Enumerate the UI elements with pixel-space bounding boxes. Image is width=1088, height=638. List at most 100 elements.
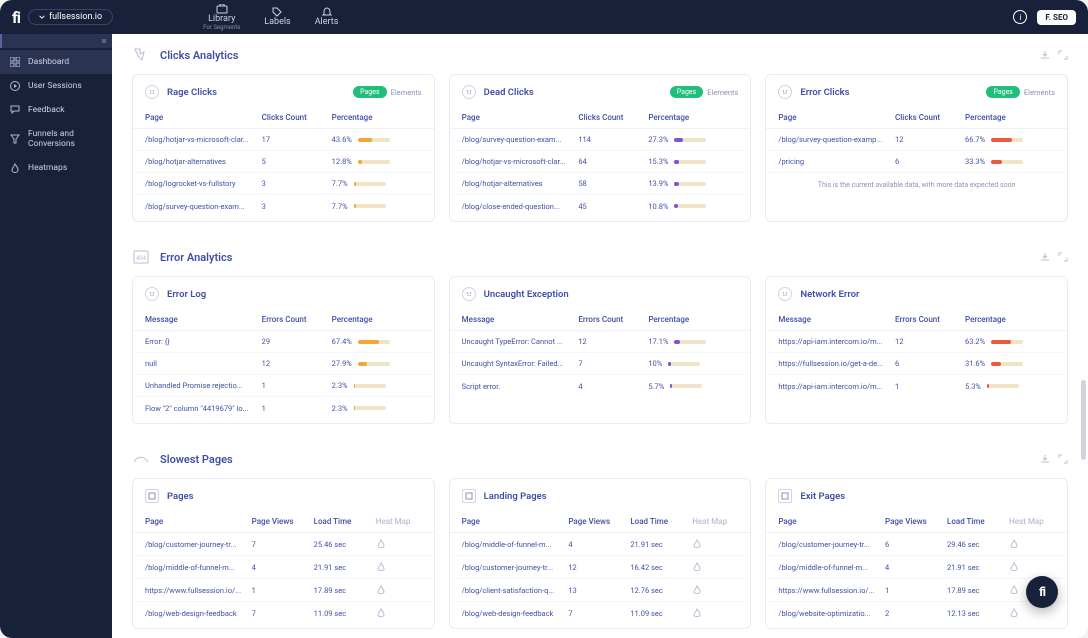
badge-elements[interactable]: Elements (1024, 88, 1055, 97)
nav-library-sub: For Segments (203, 24, 240, 31)
badge-elements[interactable]: Elements (391, 88, 422, 97)
help-button[interactable]: fi (1026, 576, 1058, 608)
sidebar-item-sessions[interactable]: User Sessions (0, 74, 112, 98)
cell-heatmap[interactable] (1009, 539, 1055, 549)
cell-heatmap[interactable] (1009, 608, 1055, 618)
table-row[interactable]: /blog/client-satisfaction-q... 13 12.76 … (450, 579, 751, 602)
cell-heatmap[interactable] (376, 562, 422, 572)
table-row[interactable]: Script error. 4 5.7% (450, 375, 751, 397)
table-row[interactable]: /blog/customer-journey-tr... 7 25.46 sec (133, 533, 434, 556)
download-icon[interactable] (1040, 50, 1050, 60)
heatmap-icon[interactable] (1009, 562, 1019, 572)
table-row[interactable]: /blog/web-design-feedback 7 11.09 sec (450, 602, 751, 624)
cell-views: 7 (252, 540, 314, 549)
table-row[interactable]: /blog/middle-of-funnel-m... 4 21.91 sec (766, 556, 1067, 579)
cursor-icon (132, 46, 150, 64)
body: Dashboard User Sessions Feedback Funnels… (0, 34, 1088, 638)
cell-heatmap[interactable] (376, 539, 422, 549)
table-row[interactable]: /blog/hotjar-alternatives 5 12.8% (133, 151, 434, 173)
table-row[interactable]: https://api-iam.intercom.io/m... 12 63.2… (766, 331, 1067, 353)
heatmap-icon[interactable] (692, 608, 702, 618)
nav-labels[interactable]: Labels (264, 7, 290, 27)
cell-heatmap[interactable] (692, 608, 738, 618)
sidebar-collapse-handle[interactable] (0, 34, 112, 48)
heatmap-icon[interactable] (376, 539, 386, 549)
table-row[interactable]: /blog/logrocket-vs-fullstory 3 7.7% (133, 173, 434, 195)
col-header: Errors Count (578, 315, 648, 324)
card-title: Rage Clicks (167, 87, 217, 98)
table-row[interactable]: /blog/survey-question-exam... 114 27.3% (450, 129, 751, 151)
nav-alerts[interactable]: Alerts (315, 7, 339, 27)
table-row[interactable]: /blog/web-design-feedback 7 11.09 sec (133, 602, 434, 624)
expand-icon[interactable] (1058, 252, 1068, 262)
table-row[interactable]: https://fullsession.io/get-a-de... 6 31.… (766, 353, 1067, 375)
card: Pages Page Page Views Load Time Heat Map… (132, 478, 435, 629)
info-icon[interactable]: i (1013, 10, 1027, 24)
heatmap-icon[interactable] (376, 562, 386, 572)
sidebar-item-dashboard[interactable]: Dashboard (0, 50, 112, 74)
cell-count: 1 (895, 382, 965, 391)
download-icon[interactable] (1040, 252, 1050, 262)
table-row[interactable]: https://www.fullsession.io/... 1 17.89 s… (133, 579, 434, 602)
heatmap-icon[interactable] (1009, 539, 1019, 549)
table-row[interactable]: /blog/customer-journey-tr... 12 16.42 se… (450, 556, 751, 579)
table-row[interactable]: /blog/close-ended-question... 45 10.8% (450, 195, 751, 217)
badge-pages[interactable]: Pages (670, 86, 703, 98)
table-row[interactable]: /blog/hotjar-vs-microsoft-clar... 64 15.… (450, 151, 751, 173)
card-header: Dead Clicks Pages Elements (450, 85, 751, 107)
heatmap-icon[interactable] (376, 608, 386, 618)
heatmap-icon[interactable] (692, 539, 702, 549)
main-content[interactable]: Clicks Analytics Rage Clicks Pages Eleme… (112, 34, 1088, 638)
download-icon[interactable] (1040, 454, 1050, 464)
heatmap-icon[interactable] (1009, 585, 1019, 595)
heatmap-icon[interactable] (376, 585, 386, 595)
table-row[interactable]: /pricing 6 33.3% (766, 151, 1067, 173)
nav-library[interactable]: Library For Segments (203, 4, 240, 31)
table-row[interactable]: /blog/survey-question-examp... 12 66.7% (766, 129, 1067, 151)
heatmap-icon[interactable] (692, 585, 702, 595)
cell-heatmap[interactable] (692, 539, 738, 549)
table-row[interactable]: null 12 27.9% (133, 353, 434, 375)
cell-heatmap[interactable] (376, 585, 422, 595)
table-header: Page Clicks Count Percentage (450, 107, 751, 129)
cell-heatmap[interactable] (692, 562, 738, 572)
cell-heatmap[interactable] (1009, 562, 1055, 572)
table-row[interactable]: https://www.fullsession.io/... 1 17.89 s… (766, 579, 1067, 602)
expand-icon[interactable] (1058, 50, 1068, 60)
site-selector[interactable]: fullsession.io (28, 9, 113, 25)
table-row[interactable]: /blog/hotjar-vs-microsoft-clar... 17 43.… (133, 129, 434, 151)
cell-page: https://fullsession.io/get-a-de... (778, 359, 895, 368)
cell-heatmap[interactable] (376, 608, 422, 618)
table-row[interactable]: /blog/hotjar-alternatives 58 13.9% (450, 173, 751, 195)
cell-time: 21.91 sec (947, 563, 1009, 572)
table-row[interactable]: https://api-iam.intercom.io/m... 1 5.3% (766, 375, 1067, 397)
table-row[interactable]: /blog/website-optimizatio... 2 12.13 sec (766, 602, 1067, 624)
heatmap-icon[interactable] (692, 562, 702, 572)
card-badges: Pages Elements (986, 86, 1055, 98)
table-row[interactable]: Uncaught TypeError: Cannot ... 12 17.1% (450, 331, 751, 353)
cell-views: 4 (252, 563, 314, 572)
badge-elements[interactable]: Elements (707, 88, 738, 97)
sidebar-item-funnels[interactable]: Funnels and Conversions (0, 122, 112, 156)
cell-heatmap[interactable] (692, 585, 738, 595)
badge-pages[interactable]: Pages (353, 86, 386, 98)
table-row[interactable]: Flow "2" column "4419679" lo... 1 2.3% (133, 397, 434, 419)
col-header: Message (778, 315, 895, 324)
table-row[interactable]: /blog/middle-of-funnel-m... 4 21.91 sec (450, 533, 751, 556)
sidebar-item-heatmaps[interactable]: Heatmaps (0, 156, 112, 180)
scrollbar-thumb[interactable] (1081, 380, 1086, 460)
cell-page: /blog/hotjar-alternatives (145, 157, 262, 166)
cell-views: 4 (568, 540, 630, 549)
table-row[interactable]: Error: {} 29 67.4% (133, 331, 434, 353)
expand-icon[interactable] (1058, 454, 1068, 464)
table-row[interactable]: /blog/middle-of-funnel-m... 4 21.91 sec (133, 556, 434, 579)
heatmap-icon[interactable] (1009, 608, 1019, 618)
table-row[interactable]: /blog/survey-question-exam... 3 7.7% (133, 195, 434, 217)
cell-pct: 2.3% (332, 404, 422, 413)
table-row[interactable]: /blog/customer-journey-tr... 6 29.46 sec (766, 533, 1067, 556)
sidebar-item-feedback[interactable]: Feedback (0, 98, 112, 122)
table-row[interactable]: Uncaught SyntaxError: Failed... 7 10% (450, 353, 751, 375)
user-button[interactable]: F. SEO (1037, 10, 1076, 25)
badge-pages[interactable]: Pages (986, 86, 1019, 98)
table-row[interactable]: Unhandled Promise rejectio... 1 2.3% (133, 375, 434, 397)
